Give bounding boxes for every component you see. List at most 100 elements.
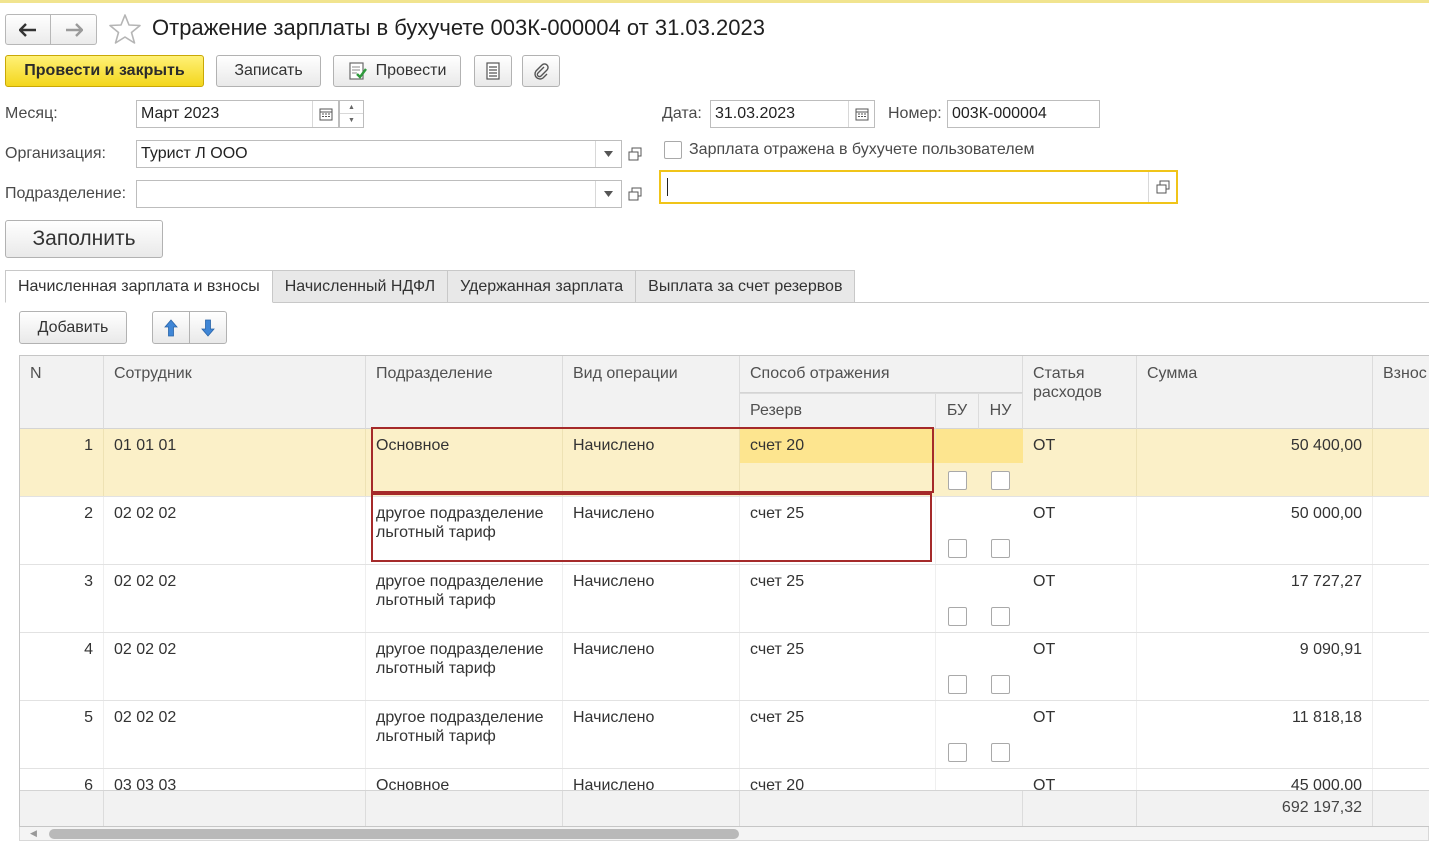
nu-checkbox[interactable] bbox=[991, 675, 1010, 694]
tab-accrued-salary[interactable]: Начисленная зарплата и взносы bbox=[5, 270, 273, 303]
table-row[interactable]: 2 02 02 02 другое подразделение льготный та… bbox=[20, 497, 1429, 565]
nu-checkbox[interactable] bbox=[991, 607, 1010, 626]
tab-reserve-payment[interactable]: Выплата за счет резервов bbox=[636, 270, 856, 303]
header-bu[interactable]: БУ bbox=[936, 393, 979, 429]
cell-contrib[interactable] bbox=[1373, 429, 1429, 496]
month-calendar-button[interactable] bbox=[312, 101, 338, 127]
cell-expense[interactable]: ОТ bbox=[1023, 701, 1137, 768]
header-method[interactable]: Способ отражения bbox=[740, 356, 1023, 393]
organization-field[interactable]: Турист Л ООО bbox=[136, 140, 622, 168]
nu-checkbox[interactable] bbox=[991, 539, 1010, 558]
cell-n[interactable]: 3 bbox=[20, 565, 104, 632]
cell-amount[interactable]: 50 000,00 bbox=[1137, 497, 1373, 564]
cell-reserve[interactable]: счет 25 bbox=[740, 497, 936, 564]
cell-n[interactable]: 1 bbox=[20, 429, 104, 496]
cell-employee[interactable]: 02 02 02 bbox=[104, 633, 366, 700]
table-row[interactable]: 4 02 02 02 другое подразделение льготный та… bbox=[20, 633, 1429, 701]
cell-operation[interactable]: Начислено bbox=[563, 429, 740, 496]
add-row-button[interactable]: Добавить bbox=[19, 311, 127, 344]
header-n[interactable]: N bbox=[20, 356, 104, 429]
move-up-button[interactable] bbox=[152, 311, 190, 344]
table-row[interactable]: 5 02 02 02 другое подразделение льготный та… bbox=[20, 701, 1429, 769]
header-department[interactable]: Подразделение bbox=[366, 356, 563, 429]
organization-open-button[interactable] bbox=[622, 140, 648, 168]
cell-reserve[interactable]: счет 20 bbox=[740, 429, 936, 463]
cell-contrib[interactable] bbox=[1373, 565, 1429, 632]
month-field[interactable]: Март 2023 bbox=[136, 100, 339, 128]
cell-contrib[interactable] bbox=[1373, 633, 1429, 700]
cell-department[interactable]: другое подразделение льготный тариф bbox=[366, 565, 563, 632]
spinner-up-icon[interactable]: ▲ bbox=[340, 101, 363, 114]
cell-employee[interactable]: 02 02 02 bbox=[104, 497, 366, 564]
month-spinner[interactable]: ▲ ▼ bbox=[339, 100, 364, 128]
header-contrib[interactable]: Взнос bbox=[1373, 356, 1429, 429]
cell-department[interactable]: другое подразделение льготный тариф bbox=[366, 633, 563, 700]
cell-department[interactable]: другое подразделение льготный тариф bbox=[366, 497, 563, 564]
cell-reserve[interactable]: счет 25 bbox=[740, 701, 936, 768]
cell-employee[interactable]: 02 02 02 bbox=[104, 565, 366, 632]
cell-department[interactable]: другое подразделение льготный тариф bbox=[366, 701, 563, 768]
department-open-button[interactable] bbox=[622, 180, 648, 208]
bu-checkbox[interactable] bbox=[948, 539, 967, 558]
header-reserve[interactable]: Резерв bbox=[740, 393, 936, 429]
nu-checkbox[interactable] bbox=[991, 471, 1010, 490]
reflected-by-user-checkbox[interactable] bbox=[664, 141, 682, 159]
fill-button[interactable]: Заполнить bbox=[5, 220, 163, 258]
bu-checkbox[interactable] bbox=[948, 607, 967, 626]
comment-field[interactable] bbox=[659, 170, 1178, 204]
cell-n[interactable]: 5 bbox=[20, 701, 104, 768]
comment-open-button[interactable] bbox=[1148, 172, 1176, 202]
header-amount[interactable]: Сумма bbox=[1137, 356, 1373, 429]
star-icon[interactable] bbox=[109, 13, 141, 45]
forward-button[interactable] bbox=[51, 14, 97, 45]
cell-department[interactable]: Основное bbox=[366, 429, 563, 496]
bu-checkbox[interactable] bbox=[948, 471, 967, 490]
cell-amount[interactable]: 50 400,00 bbox=[1137, 429, 1373, 496]
cell-expense[interactable]: ОТ bbox=[1023, 497, 1137, 564]
cell-employee[interactable]: 01 01 01 bbox=[104, 429, 366, 496]
cell-contrib[interactable] bbox=[1373, 497, 1429, 564]
cell-contrib[interactable] bbox=[1373, 701, 1429, 768]
bu-checkbox[interactable] bbox=[948, 743, 967, 762]
table-row[interactable]: 3 02 02 02 другое подразделение льготный та… bbox=[20, 565, 1429, 633]
post-and-close-button[interactable]: Провести и закрыть bbox=[5, 55, 204, 87]
header-nu[interactable]: НУ bbox=[979, 393, 1023, 429]
horizontal-scrollbar[interactable]: ◀ bbox=[19, 827, 1429, 841]
cell-reserve[interactable]: счет 25 bbox=[740, 633, 936, 700]
header-operation[interactable]: Вид операции bbox=[563, 356, 740, 429]
date-calendar-button[interactable] bbox=[848, 101, 874, 127]
cell-amount[interactable]: 17 727,27 bbox=[1137, 565, 1373, 632]
scrollbar-thumb[interactable] bbox=[49, 829, 739, 839]
post-button[interactable]: Провести bbox=[333, 55, 461, 87]
department-field[interactable] bbox=[136, 180, 622, 208]
department-dropdown-button[interactable] bbox=[595, 181, 621, 207]
cell-expense[interactable]: ОТ bbox=[1023, 633, 1137, 700]
nu-checkbox[interactable] bbox=[991, 743, 1010, 762]
cell-employee[interactable]: 02 02 02 bbox=[104, 701, 366, 768]
move-down-button[interactable] bbox=[189, 311, 227, 344]
bu-checkbox[interactable] bbox=[948, 675, 967, 694]
tab-accrued-ndfl[interactable]: Начисленный НДФЛ bbox=[272, 270, 449, 303]
scroll-left-icon[interactable]: ◀ bbox=[30, 828, 37, 839]
header-expense[interactable]: Статья расходов bbox=[1023, 356, 1137, 429]
tab-withheld-salary[interactable]: Удержанная зарплата bbox=[448, 270, 637, 303]
cell-operation[interactable]: Начислено bbox=[563, 701, 740, 768]
cell-expense[interactable]: ОТ bbox=[1023, 429, 1137, 496]
date-field[interactable]: 31.03.2023 bbox=[710, 100, 875, 128]
cell-operation[interactable]: Начислено bbox=[563, 633, 740, 700]
cell-amount[interactable]: 11 818,18 bbox=[1137, 701, 1373, 768]
cell-reserve[interactable]: счет 25 bbox=[740, 565, 936, 632]
back-button[interactable] bbox=[5, 14, 51, 45]
report-button[interactable] bbox=[474, 55, 512, 87]
cell-expense[interactable]: ОТ bbox=[1023, 565, 1137, 632]
table-row[interactable]: 1 01 01 01 Основное Начислено счет 20 ОТ 50 40… bbox=[20, 429, 1429, 497]
attach-files-button[interactable] bbox=[522, 55, 560, 87]
header-employee[interactable]: Сотрудник bbox=[104, 356, 366, 429]
number-field[interactable]: 003К-000004 bbox=[947, 100, 1100, 128]
cell-amount[interactable]: 9 090,91 bbox=[1137, 633, 1373, 700]
save-button[interactable]: Записать bbox=[216, 55, 321, 87]
cell-n[interactable]: 2 bbox=[20, 497, 104, 564]
cell-operation[interactable]: Начислено bbox=[563, 565, 740, 632]
spinner-down-icon[interactable]: ▼ bbox=[340, 114, 363, 127]
organization-dropdown-button[interactable] bbox=[595, 141, 621, 167]
